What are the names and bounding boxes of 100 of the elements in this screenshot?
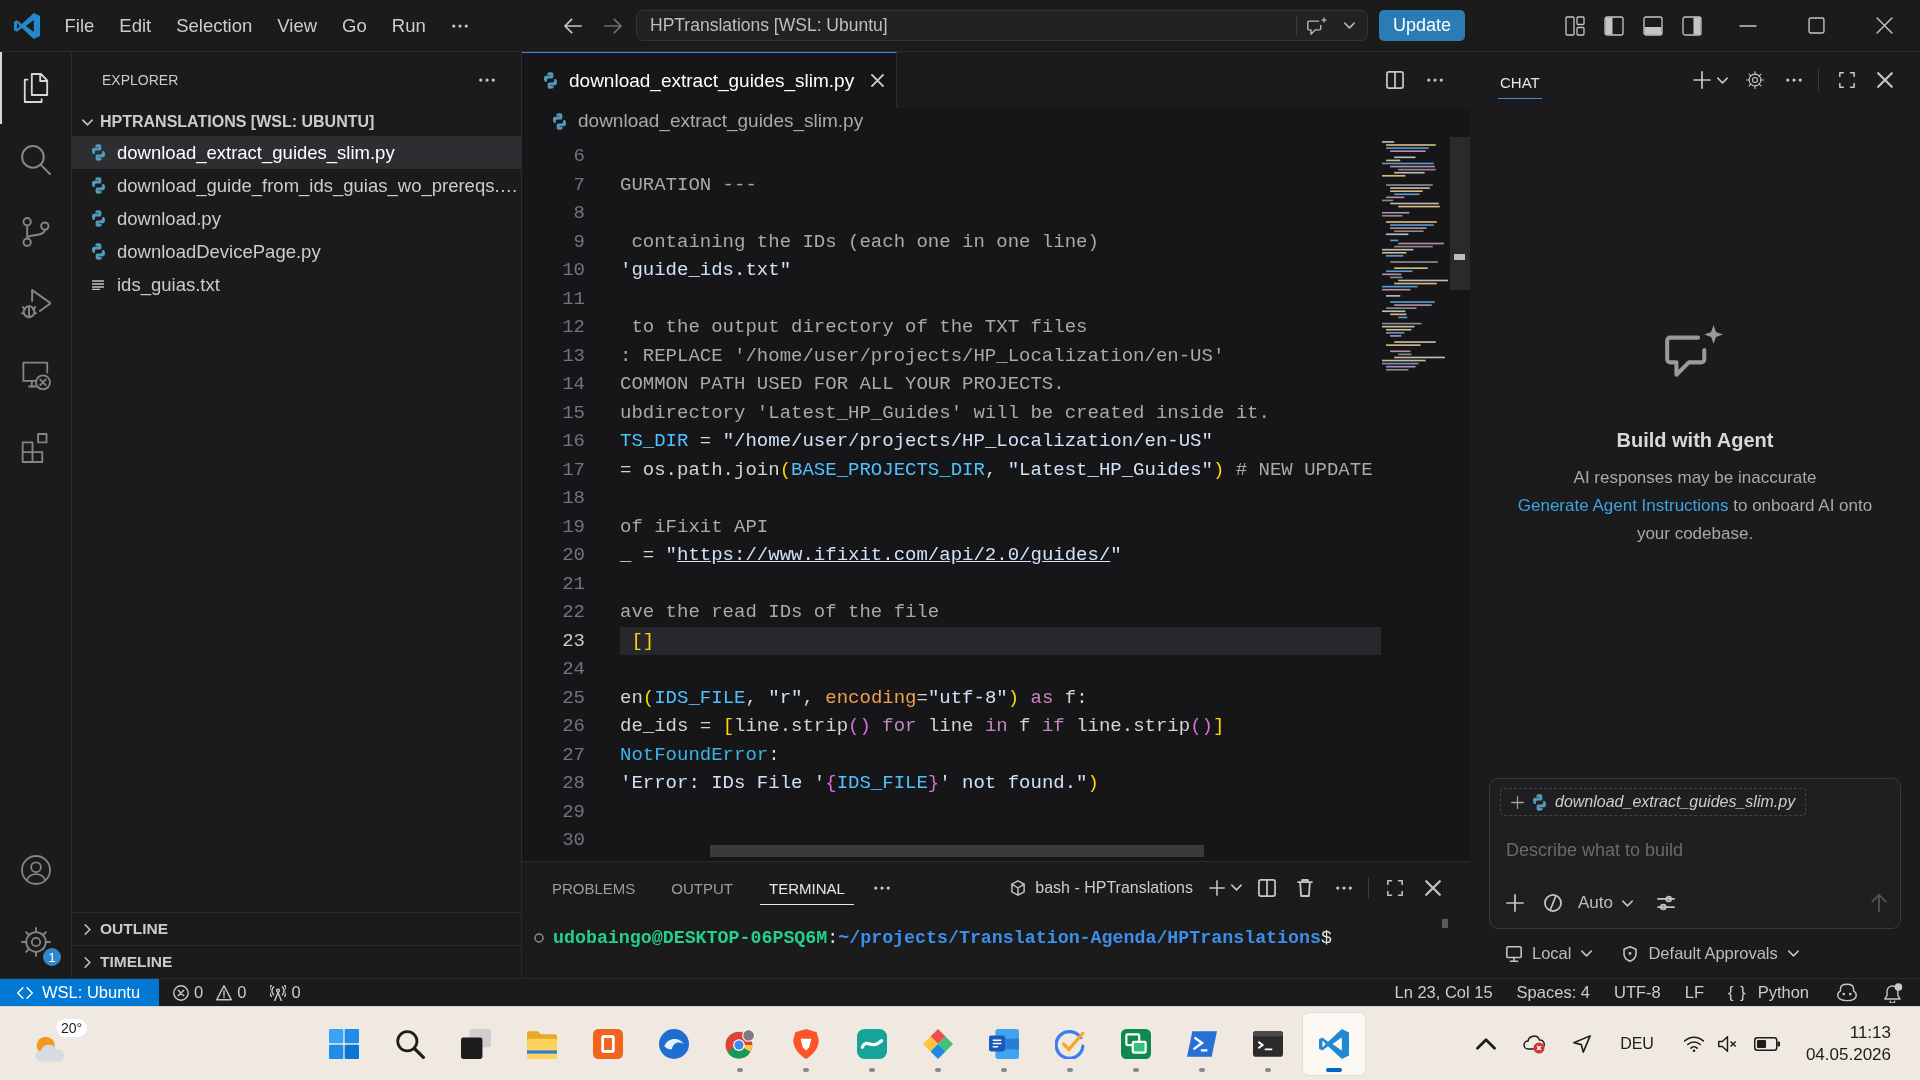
manage-button[interactable]: 1 — [0, 906, 71, 978]
terminal-scrollbar[interactable] — [1442, 919, 1448, 928]
slashed-circle-icon[interactable] — [1544, 894, 1562, 912]
panel-tab[interactable]: TERMINAL — [760, 872, 854, 905]
settings-icon[interactable] — [1746, 71, 1764, 89]
python-file-icon — [91, 243, 106, 260]
code-line: TS_DIR = "/home/user/projects/HP_Localization/en-US" — [620, 429, 1214, 454]
agent-instructions-link[interactable]: Generate Agent Instructions — [1517, 496, 1729, 515]
input-language[interactable]: DEU — [1620, 1034, 1654, 1053]
close-icon[interactable] — [1425, 879, 1441, 896]
more-icon[interactable] — [452, 23, 469, 28]
more-icon[interactable] — [479, 78, 495, 82]
approvals-dropdown[interactable]: Default Approvals — [1622, 944, 1799, 963]
horizontal-scrollbar[interactable] — [710, 845, 1204, 857]
section-header[interactable]: TIMELINE — [72, 945, 521, 978]
close-icon[interactable] — [1876, 17, 1893, 34]
breadcrumb-item[interactable]: download_extract_guides_slim.py — [552, 110, 864, 132]
temperature-badge[interactable]: 20° — [56, 1018, 88, 1037]
section-header[interactable]: OUTLINE — [72, 912, 521, 945]
code-line: = os.path.join(BASE_PROJECTS_DIR, "Latest_HP_Guides") # NEW UPDATE — [620, 457, 1374, 483]
more-icon[interactable] — [873, 885, 890, 890]
line-ending-status[interactable]: LF — [1684, 983, 1704, 1002]
panel-bottom-icon[interactable] — [1643, 15, 1663, 36]
menu-item[interactable]: Selection — [163, 14, 265, 37]
code-line: ave the read IDs of the file — [620, 600, 941, 625]
maximize-icon[interactable] — [1839, 72, 1855, 88]
command-center[interactable]: HPTranslations [WSL: Ubuntu] — [636, 10, 1368, 41]
browser-icon — [725, 1028, 755, 1059]
language-status[interactable]: { } Python — [1728, 983, 1809, 1002]
sliders-icon[interactable] — [1657, 894, 1675, 912]
lines-file-icon — [92, 279, 104, 290]
plus-icon[interactable] — [1506, 894, 1524, 912]
chat-tab[interactable]: CHAT — [1498, 67, 1542, 99]
problems-status[interactable]: 0 0 — [173, 983, 249, 1002]
encoding-status[interactable]: UTF-8 — [1614, 983, 1661, 1002]
code-line: en(IDS_FILE, "r", encoding="utf-8") as f: — [620, 685, 1089, 711]
folder-header[interactable]: HPTRANSLATIONS [WSL: UBUNTU] — [72, 108, 521, 136]
trash-icon[interactable] — [1296, 878, 1314, 897]
back-arrow-icon[interactable] — [564, 17, 582, 34]
menu-item[interactable]: Edit — [106, 14, 164, 37]
remote-indicator[interactable]: WSL: Ubuntu — [0, 979, 159, 1006]
split-terminal-icon[interactable] — [1258, 878, 1276, 897]
forward-arrow-icon[interactable] — [604, 17, 622, 34]
maximize-icon[interactable] — [1387, 879, 1403, 896]
ports-status[interactable]: 0 — [270, 983, 303, 1002]
chat-input[interactable]: Describe what to build — [1500, 836, 1888, 864]
explorer-file[interactable]: downloadDevicePage.py — [72, 235, 521, 268]
speaker-icon[interactable] — [1717, 1034, 1738, 1053]
menu-item[interactable]: Go — [329, 14, 380, 37]
bot-face-icon[interactable] — [1837, 982, 1857, 1003]
close-icon[interactable] — [871, 74, 884, 87]
layout-grid-icon[interactable] — [1565, 15, 1585, 36]
code-line: ubdirectory 'Latest_HP_Guides' will be created inside it. — [620, 400, 1271, 426]
more-icon[interactable] — [1336, 885, 1352, 890]
context-file-chip[interactable]: download_extract_guides_slim.py — [1500, 788, 1807, 816]
shield-icon — [791, 1028, 821, 1059]
monitor-icon — [20, 361, 51, 391]
ribbon-logo-icon — [1319, 1028, 1349, 1059]
more-icon[interactable] — [1427, 78, 1443, 82]
antenna-icon — [270, 984, 287, 1001]
split-editor-icon[interactable] — [1386, 71, 1404, 89]
line-number: 10 — [561, 258, 586, 283]
menu-item[interactable]: File — [52, 14, 107, 37]
cursor-position[interactable]: Ln 23, Col 15 — [1394, 983, 1493, 1002]
battery-icon[interactable] — [1753, 1036, 1780, 1051]
chevron-down-icon[interactable] — [1717, 76, 1728, 84]
plus-icon[interactable] — [1693, 71, 1711, 89]
chat-sparkle-icon[interactable] — [1307, 16, 1328, 35]
minimize-icon[interactable] — [1739, 24, 1757, 27]
close-icon[interactable] — [1877, 72, 1893, 88]
menu-item[interactable]: View — [264, 14, 330, 37]
explorer-file[interactable]: ids_guias.txt — [72, 268, 521, 301]
line-number: 9 — [572, 229, 586, 255]
panel-tab[interactable]: OUTPUT — [662, 872, 743, 905]
panel-tab[interactable]: PROBLEMS — [543, 872, 645, 905]
maximize-icon[interactable] — [1808, 17, 1825, 34]
wifi-icon[interactable] — [1683, 1034, 1704, 1053]
editor-tab[interactable]: download_extract_guides_slim.py — [522, 52, 897, 108]
mode-dropdown[interactable]: Auto — [1578, 893, 1633, 913]
explorer-file[interactable]: download.py — [72, 202, 521, 235]
line-number: 13 — [561, 343, 586, 369]
sidebar-right-icon[interactable] — [1682, 15, 1702, 36]
location-dropdown[interactable]: Local — [1506, 944, 1593, 963]
sidebar-left-icon[interactable] — [1604, 15, 1624, 36]
menu-item[interactable]: Run — [379, 14, 439, 37]
clock[interactable]: 11:13 04.05.2026 — [1805, 1021, 1891, 1066]
update-button[interactable]: Update — [1379, 10, 1466, 41]
explorer-file[interactable]: download_extract_guides_slim.py — [72, 136, 521, 169]
indentation-status[interactable]: Spaces: 4 — [1516, 983, 1590, 1002]
terminal-selector[interactable]: bash - HPTranslations — [1010, 878, 1193, 897]
chevron-down-icon[interactable] — [1231, 884, 1242, 891]
scrollbar-thumb[interactable] — [1450, 137, 1470, 290]
cloud-icon[interactable] — [1522, 1033, 1547, 1054]
more-icon[interactable] — [1786, 78, 1802, 82]
bell-icon[interactable] — [1883, 982, 1903, 1003]
chevron-down-icon[interactable] — [1344, 22, 1355, 29]
line-number: 16 — [561, 429, 586, 454]
plus-icon[interactable] — [1209, 879, 1225, 896]
location-arrow-icon[interactable] — [1572, 1034, 1593, 1053]
explorer-file[interactable]: download_guide_from_ids_guias_wo_prereqs.… — [72, 169, 521, 202]
